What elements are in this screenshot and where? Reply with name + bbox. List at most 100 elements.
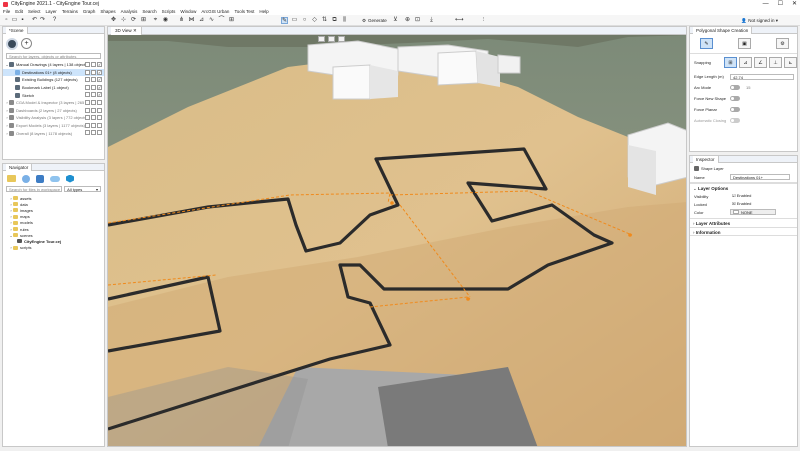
select-checkbox[interactable] <box>85 84 90 90</box>
frame-icon[interactable]: ⌖ <box>152 17 159 24</box>
push-pull-tool-icon[interactable]: ⇅ <box>321 17 328 24</box>
lock-checkbox[interactable] <box>91 99 96 105</box>
align-tool-icon[interactable]: ⫶ <box>480 17 487 24</box>
layer-name-input[interactable]: Destinations 01+ <box>730 174 790 180</box>
select-checkbox[interactable] <box>85 62 90 67</box>
dashboard-icon[interactable]: ⊕ <box>404 17 411 24</box>
file-type-filter[interactable]: All types ▾ <box>64 186 101 192</box>
save-icon[interactable]: ▪ <box>19 17 26 24</box>
menu-tools-test[interactable]: Tools Test <box>234 9 254 14</box>
menu-shapes[interactable]: Shapes <box>100 9 115 14</box>
automatic-closing-toggle[interactable] <box>730 118 740 123</box>
visibility-checkbox[interactable]: ✓ <box>97 77 102 83</box>
redo-icon[interactable]: ↷ <box>39 17 46 24</box>
force-planar-toggle[interactable] <box>730 107 740 112</box>
lock-checkbox[interactable] <box>91 115 96 121</box>
scene-layer-row[interactable]: › CGA Model & Inspector (3 layers | 265 ) <box>3 99 104 107</box>
scene-layer-row[interactable]: Destinations 01+ (8 objects) ✓ <box>3 68 104 77</box>
scale-tool-icon[interactable]: ⊞ <box>140 17 147 24</box>
tab-navigator[interactable]: Navigator <box>6 163 33 171</box>
scene-layer-row[interactable]: › Dashboards (2 layers | 27 objects) <box>3 107 104 115</box>
select-checkbox[interactable] <box>85 77 90 83</box>
force-new-shape-toggle[interactable] <box>730 96 740 101</box>
scene-layer-row[interactable]: › Overall (8 layers | 1178 objects) <box>3 129 104 137</box>
folder-icon[interactable] <box>7 175 16 182</box>
street-grid-icon[interactable]: ⊞ <box>228 17 235 24</box>
select-checkbox[interactable] <box>85 99 90 105</box>
bookmark-icon[interactable] <box>328 36 335 42</box>
open-file-icon[interactable]: ▭ <box>11 17 18 24</box>
lock-checkbox[interactable] <box>91 84 96 90</box>
draw-mode-icon[interactable]: ✎ <box>700 38 713 49</box>
menu-select[interactable]: Select <box>28 9 41 14</box>
street-tool-icon[interactable]: ⋔ <box>178 17 185 24</box>
bridge-tool-icon[interactable]: ⌒ <box>218 17 225 24</box>
layer-attributes-header[interactable]: › Layer Attributes <box>690 218 797 227</box>
graph-tool-icon[interactable]: ⊿ <box>198 17 205 24</box>
menu-help[interactable]: Help <box>259 9 268 14</box>
visibility-checkbox[interactable] <box>97 130 102 136</box>
tab-polygonal-shape[interactable]: Polygonal Shape Creation <box>693 26 753 34</box>
snap-vertex-icon[interactable]: ⊥ <box>769 57 782 68</box>
folder-row[interactable]: › scripts <box>3 245 104 251</box>
arc-mode-toggle[interactable] <box>730 85 740 90</box>
layer-button-icon[interactable] <box>6 37 18 50</box>
edge-length-input[interactable]: 42.74 <box>730 73 794 80</box>
rotate-tool-icon[interactable]: ⟳ <box>130 17 137 24</box>
settings-gear-icon[interactable]: ⚙ <box>776 38 789 49</box>
export-icon[interactable]: ⤓ <box>428 17 435 24</box>
maximize-button[interactable]: ☐ <box>778 0 783 8</box>
globe-icon[interactable] <box>22 174 30 183</box>
menu-edit[interactable]: Edit <box>15 9 23 14</box>
undo-icon[interactable]: ↶ <box>31 17 38 24</box>
close-tab-icon[interactable]: ✕ <box>133 28 137 33</box>
sign-in-status[interactable]: 👤 Not signed in ▾ <box>741 17 778 24</box>
snap-perpendicular-icon[interactable]: ⊾ <box>784 57 797 68</box>
scene-layer-row[interactable]: Sketch ✓ <box>3 91 104 99</box>
node-tool-icon[interactable]: ⋈ <box>188 17 195 24</box>
camera-icon[interactable]: ◉ <box>162 17 169 24</box>
hexagon-icon[interactable] <box>66 174 74 183</box>
offset-tool-icon[interactable]: ⧉ <box>331 17 338 24</box>
generate-dropdown-icon[interactable]: ⊻ <box>392 17 399 24</box>
visibility-checkbox[interactable] <box>97 99 102 105</box>
scene-layer-row[interactable]: ⌄ Manual Drawings (4 layers | 138 objects… <box>3 61 104 69</box>
rectangle-shape-tool-icon[interactable]: ▭ <box>291 17 298 24</box>
cloud-icon[interactable] <box>50 175 60 182</box>
tab-3d-view[interactable]: 3D View ✕ <box>111 27 142 35</box>
lock-checkbox[interactable] <box>91 69 96 75</box>
information-header[interactable]: › Information <box>690 227 797 236</box>
menu-search[interactable]: Search <box>142 9 156 14</box>
visibility-checkbox[interactable]: ✓ <box>97 92 102 98</box>
add-layer-icon[interactable]: + <box>21 38 32 49</box>
scene-layer-row[interactable]: › Export Models (3 layers | 1177 objects) <box>3 122 104 130</box>
select-tool-icon[interactable]: ✥ <box>110 17 117 24</box>
terrain-scene[interactable] <box>108 27 687 447</box>
scene-layer-row[interactable]: Bookmark Label (1 object) ✓ <box>3 84 104 92</box>
display-icon[interactable] <box>338 36 345 42</box>
minimize-button[interactable]: — <box>763 0 769 8</box>
scene-layer-row[interactable]: Existing Buildings (127 objects) ✓ <box>3 76 104 84</box>
snap-edge-icon[interactable]: ⊿ <box>739 57 752 68</box>
scene-layer-row[interactable]: › Visibility Analysis (3 layers | 772 obj… <box>3 114 104 122</box>
report-icon[interactable]: ⊡ <box>414 17 421 24</box>
visibility-checkbox[interactable] <box>97 107 102 113</box>
menu-terrains[interactable]: Terrains <box>62 9 78 14</box>
color-picker[interactable]: NONE <box>730 209 776 215</box>
split-tool-icon[interactable]: ⫼ <box>341 17 348 24</box>
menu-window[interactable]: Window <box>180 9 196 14</box>
help-icon[interactable]: ? <box>51 17 58 24</box>
menu-arcgis-urban[interactable]: ArcGIS Urban <box>201 9 229 14</box>
lock-checkbox[interactable] <box>91 62 96 67</box>
select-checkbox[interactable] <box>85 92 90 98</box>
lock-checkbox[interactable] <box>91 107 96 113</box>
shape-edit-tool-icon[interactable]: ◇ <box>311 17 318 24</box>
file-search-input[interactable]: Search for files in workspace <box>6 186 63 192</box>
menu-layer[interactable]: Layer <box>46 9 57 14</box>
new-file-icon[interactable]: ▫ <box>3 17 10 24</box>
generate-button[interactable]: ⚙ Generate <box>362 17 387 24</box>
menu-graph[interactable]: Graph <box>83 9 96 14</box>
tab-scene[interactable]: *Scene <box>6 26 28 34</box>
menu-analysis[interactable]: Analysis <box>121 9 138 14</box>
menu-file[interactable]: File <box>3 9 10 14</box>
